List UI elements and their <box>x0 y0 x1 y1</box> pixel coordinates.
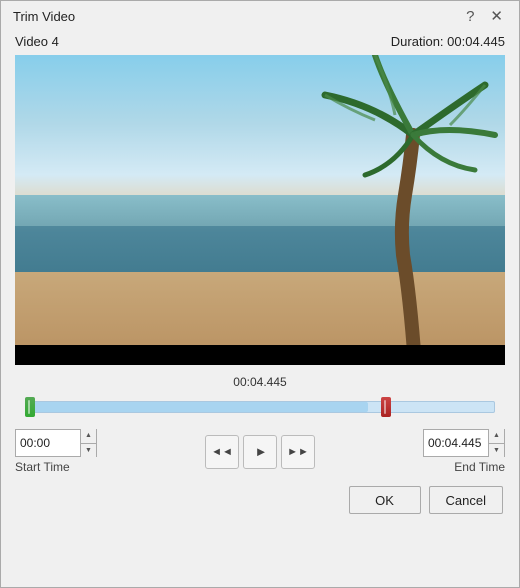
bottom-buttons: OK Cancel <box>15 486 505 514</box>
video-info-row: Video 4 Duration: 00:04.445 <box>15 34 505 49</box>
end-handle[interactable] <box>381 397 391 417</box>
start-time-input[interactable] <box>16 430 80 456</box>
end-time-input-wrap: ▲ ▼ <box>423 429 505 457</box>
video-duration: Duration: 00:04.445 <box>391 34 505 49</box>
palm-tree-overlay <box>255 55 505 365</box>
end-time-up[interactable]: ▲ <box>489 429 504 443</box>
track-fill <box>26 402 368 412</box>
start-time-spinners: ▲ ▼ <box>80 429 96 457</box>
play-icon: ► <box>255 444 268 459</box>
title-bar-controls: ? ✕ <box>462 9 507 24</box>
timecode-display: 00:04.445 <box>15 375 505 389</box>
end-time-down[interactable]: ▼ <box>489 443 504 458</box>
start-handle[interactable] <box>25 397 35 417</box>
start-time-up[interactable]: ▲ <box>81 429 96 443</box>
cancel-button[interactable]: Cancel <box>429 486 503 514</box>
black-bar-bottom <box>15 345 505 365</box>
video-name: Video 4 <box>15 34 59 49</box>
controls-row: ▲ ▼ Start Time ◄◄ ► ►► <box>15 429 505 474</box>
timeline-section: 00:04.445 <box>15 375 505 421</box>
start-time-label: Start Time <box>15 460 70 474</box>
start-time-group: ▲ ▼ Start Time <box>15 429 97 474</box>
close-button[interactable]: ✕ <box>486 9 507 24</box>
start-time-down[interactable]: ▼ <box>81 443 96 458</box>
trim-video-dialog: Trim Video ? ✕ Video 4 Duration: 00:04.4… <box>0 0 520 588</box>
forward-icon: ►► <box>287 446 309 458</box>
end-time-spinners: ▲ ▼ <box>488 429 504 457</box>
video-inner <box>15 55 505 365</box>
play-button[interactable]: ► <box>243 435 277 469</box>
end-time-input[interactable] <box>424 430 488 456</box>
dialog-title: Trim Video <box>13 9 75 24</box>
end-time-label: End Time <box>454 460 505 474</box>
end-time-group: ▲ ▼ End Time <box>423 429 505 474</box>
start-time-input-wrap: ▲ ▼ <box>15 429 97 457</box>
video-preview <box>15 55 505 365</box>
rewind-button[interactable]: ◄◄ <box>205 435 239 469</box>
ok-button[interactable]: OK <box>349 486 421 514</box>
playback-controls: ◄◄ ► ►► <box>205 435 315 469</box>
title-bar: Trim Video ? ✕ <box>1 1 519 28</box>
track-background <box>25 401 495 413</box>
rewind-icon: ◄◄ <box>211 446 233 458</box>
forward-button[interactable]: ►► <box>281 435 315 469</box>
dialog-content: Video 4 Duration: 00:04.445 <box>1 28 519 587</box>
help-button[interactable]: ? <box>462 9 478 24</box>
timeline-track[interactable] <box>15 393 505 421</box>
